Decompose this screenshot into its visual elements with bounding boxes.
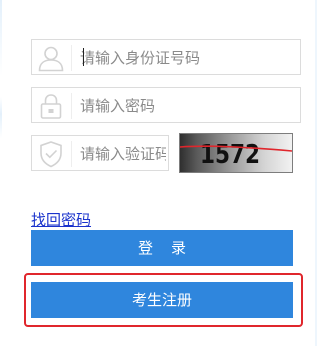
- field-divider: [71, 45, 72, 71]
- lock-icon: [36, 91, 66, 121]
- shield-icon: [36, 139, 66, 169]
- field-divider: [71, 141, 72, 167]
- left-edge-decoration: [0, 0, 2, 346]
- captcha-text: 1572: [200, 140, 260, 170]
- field-divider: [71, 93, 72, 119]
- register-button[interactable]: 考生注册: [31, 282, 293, 318]
- text-cursor: [83, 48, 84, 66]
- password-field[interactable]: [31, 87, 301, 123]
- login-button[interactable]: 登录: [31, 230, 293, 266]
- captcha-image[interactable]: 1572: [179, 133, 293, 173]
- captcha-input[interactable]: [80, 143, 166, 165]
- right-edge-decoration: [315, 0, 317, 346]
- idcard-input[interactable]: [80, 47, 290, 69]
- captcha-field[interactable]: [31, 135, 169, 171]
- forgot-password-link[interactable]: 找回密码: [31, 211, 91, 229]
- idcard-field[interactable]: [31, 39, 301, 75]
- user-icon: [36, 43, 66, 73]
- password-input[interactable]: [80, 95, 290, 117]
